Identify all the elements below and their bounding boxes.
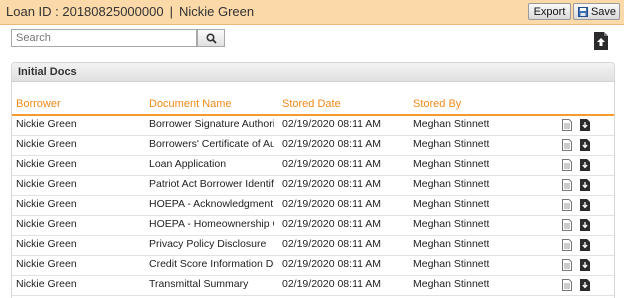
cell-stored-by: Meghan Stinnett	[413, 258, 490, 270]
cell-document-name[interactable]: Borrower Signature Authoriza…	[149, 118, 274, 130]
cell-stored-date: 02/19/2020 08:11 AM	[282, 158, 382, 170]
cell-stored-date: 02/19/2020 08:11 AM	[282, 238, 382, 250]
cell-document-name[interactable]: HOEPA - Acknowledgment of…	[149, 198, 274, 210]
loan-id-label: Loan ID : 20180825000000	[6, 4, 164, 19]
column-header-borrower[interactable]: Borrower	[16, 98, 61, 110]
document-icon[interactable]	[562, 199, 572, 211]
cell-document-name[interactable]: Privacy Policy Disclosure	[149, 238, 274, 250]
cell-stored-by: Meghan Stinnett	[413, 278, 490, 290]
download-icon[interactable]	[580, 119, 590, 131]
column-header-stored-by[interactable]: Stored By	[413, 98, 461, 110]
cell-document-name[interactable]: Transmittal Summary	[149, 278, 274, 290]
document-icon[interactable]	[562, 139, 572, 151]
cell-stored-by: Meghan Stinnett	[413, 178, 490, 190]
cell-stored-by: Meghan Stinnett	[413, 158, 490, 170]
cell-stored-by: Meghan Stinnett	[413, 238, 490, 250]
cell-stored-date: 02/19/2020 08:11 AM	[282, 118, 382, 130]
cell-borrower: Nickie Green	[16, 178, 77, 190]
cell-stored-by: Meghan Stinnett	[413, 118, 490, 130]
cell-stored-by: Meghan Stinnett	[413, 138, 490, 150]
document-icon[interactable]	[562, 219, 572, 231]
table-row[interactable]: Nickie Green HOEPA - Acknowledgment of… 02…	[12, 195, 614, 216]
cell-document-name[interactable]: HOEPA - Homeownership Co…	[149, 218, 274, 230]
table-row[interactable]: Nickie Green Transmittal Summary 02/19/202…	[12, 275, 614, 296]
cell-stored-date: 02/19/2020 08:11 AM	[282, 178, 382, 190]
table-row[interactable]: Nickie Green Credit Score Information Dis…	[12, 255, 614, 276]
cell-borrower: Nickie Green	[16, 138, 77, 150]
document-icon[interactable]	[562, 159, 572, 171]
borrower-name: Nickie Green	[178, 4, 255, 19]
cell-document-name[interactable]: Patriot Act Borrower Identific…	[149, 178, 274, 190]
table-row[interactable]: Nickie Green Borrowers' Certificate of Au…	[12, 135, 614, 156]
cell-stored-date: 02/19/2020 08:11 AM	[282, 258, 382, 270]
cell-document-name[interactable]: Loan Application	[149, 158, 274, 170]
download-icon[interactable]	[580, 199, 590, 211]
table-row[interactable]: Nickie Green Borrower Signature Authoriza…	[12, 115, 614, 136]
export-button[interactable]: Export	[528, 3, 571, 20]
column-header-stored-date[interactable]: Stored Date	[282, 98, 341, 110]
cell-stored-by: Meghan Stinnett	[413, 218, 490, 230]
cell-stored-date: 02/19/2020 08:11 AM	[282, 138, 382, 150]
cell-borrower: Nickie Green	[16, 278, 77, 290]
cell-document-name[interactable]: Credit Score Information Disc…	[149, 258, 274, 270]
cell-borrower: Nickie Green	[16, 218, 77, 230]
download-icon[interactable]	[580, 139, 590, 151]
save-button-label: Save	[590, 6, 617, 18]
save-icon	[578, 7, 588, 17]
upload-icon[interactable]	[594, 32, 608, 50]
document-icon[interactable]	[562, 239, 572, 251]
search-button[interactable]	[197, 29, 225, 47]
column-header-document-name[interactable]: Document Name	[149, 98, 232, 110]
cell-borrower: Nickie Green	[16, 238, 77, 250]
download-icon[interactable]	[580, 219, 590, 231]
export-button-label: Export	[533, 6, 566, 18]
initial-docs-panel: Initial Docs Borrower Document Name Stor…	[11, 62, 615, 298]
cell-stored-date: 02/19/2020 08:11 AM	[282, 278, 382, 290]
save-button[interactable]: Save	[573, 3, 620, 20]
document-icon[interactable]	[562, 259, 572, 271]
download-icon[interactable]	[580, 159, 590, 171]
search-icon	[206, 33, 217, 44]
cell-stored-date: 02/19/2020 08:11 AM	[282, 218, 382, 230]
table-row[interactable]: Nickie Green Privacy Policy Disclosure 02/…	[12, 235, 614, 256]
table-header: Borrower Document Name Stored Date Store…	[12, 96, 614, 116]
panel-title: Initial Docs	[12, 63, 614, 82]
cell-borrower: Nickie Green	[16, 258, 77, 270]
download-icon[interactable]	[580, 179, 590, 191]
cell-stored-date: 02/19/2020 08:11 AM	[282, 198, 382, 210]
cell-stored-by: Meghan Stinnett	[413, 198, 490, 210]
cell-document-name[interactable]: Borrowers' Certificate of Auth…	[149, 138, 274, 150]
table-row[interactable]: Nickie Green Patriot Act Borrower Identif…	[12, 175, 614, 196]
search-input[interactable]	[11, 29, 197, 47]
cell-borrower: Nickie Green	[16, 118, 77, 130]
document-icon[interactable]	[562, 279, 572, 291]
download-icon[interactable]	[580, 239, 590, 251]
document-icon[interactable]	[562, 179, 572, 191]
table-row[interactable]: Nickie Green HOEPA - Homeownership Co… 02/…	[12, 215, 614, 236]
title-separator: |	[169, 4, 173, 19]
table-row[interactable]: Nickie Green Loan Application 02/19/2020 0…	[12, 155, 614, 176]
cell-borrower: Nickie Green	[16, 198, 77, 210]
download-icon[interactable]	[580, 279, 590, 291]
cell-borrower: Nickie Green	[16, 158, 77, 170]
download-icon[interactable]	[580, 259, 590, 271]
loan-title: Loan ID : 20180825000000 | Nickie Green	[6, 4, 254, 19]
title-bar: Loan ID : 20180825000000 | Nickie Green Ex…	[0, 0, 624, 25]
document-icon[interactable]	[562, 119, 572, 131]
